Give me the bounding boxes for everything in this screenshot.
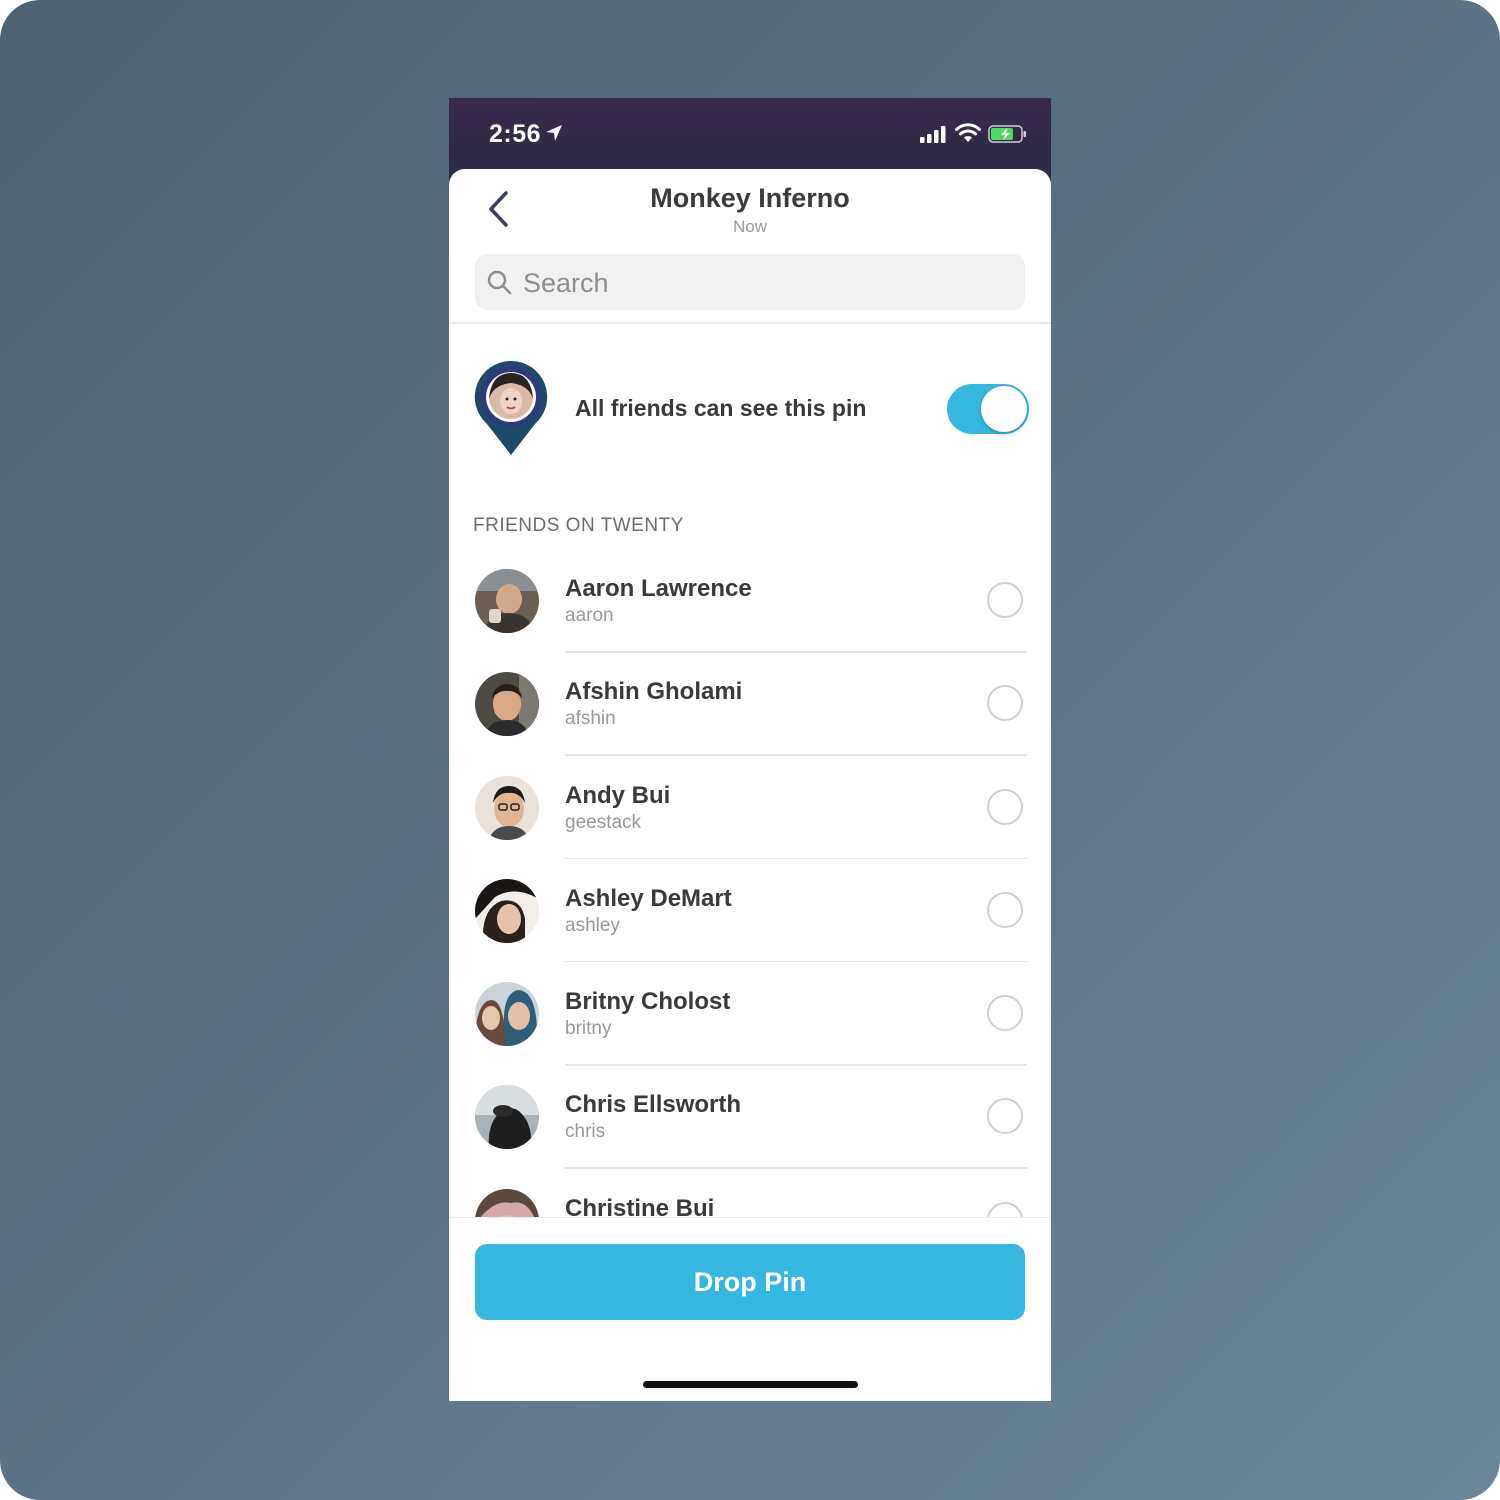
- status-time: 2:56: [489, 120, 542, 148]
- select-radio[interactable]: [987, 1201, 1023, 1217]
- avatar: [475, 1085, 539, 1150]
- friend-handle: britny: [565, 1018, 612, 1040]
- row-divider: [565, 960, 1027, 963]
- search-input[interactable]: [521, 254, 1005, 312]
- friend-name: Chris Ellsworth: [565, 1091, 742, 1119]
- friend-row[interactable]: Afshin Gholami afshin: [449, 672, 1051, 775]
- friend-name: Christine Bui: [565, 1194, 715, 1217]
- friend-handle: geestack: [565, 811, 642, 833]
- signal-icon: [920, 126, 946, 143]
- search-bar[interactable]: [475, 254, 1025, 312]
- row-divider: [565, 1167, 1027, 1169]
- wifi-icon: [955, 123, 981, 142]
- visibility-toggle[interactable]: [947, 384, 1029, 434]
- header-divider: [449, 322, 1051, 324]
- phone-screen: 2:56 Monkey Inferno Now Search All frien…: [449, 98, 1051, 1401]
- row-divider: [565, 754, 1027, 756]
- toggle-knob: [981, 386, 1027, 432]
- friend-row[interactable]: Ashley DeMart ashley: [449, 878, 1051, 982]
- avatar: [475, 878, 539, 943]
- friend-row[interactable]: Chris Ellsworth chris: [449, 1085, 1051, 1188]
- drop-pin-button[interactable]: Drop Pin: [475, 1244, 1025, 1320]
- pin-sheet: Monkey Inferno Now All friends can see t…: [449, 169, 1051, 1401]
- friend-name: Andy Bui: [565, 781, 671, 809]
- section-header: FRIENDS ON TWENTY: [473, 515, 684, 536]
- avatar: [475, 672, 539, 737]
- friends-list: Aaron Lawrence aaron Afshin Gholami afsh…: [449, 569, 1051, 1217]
- place-time: Now: [732, 217, 767, 236]
- select-radio[interactable]: [987, 788, 1023, 825]
- bottom-action-bar: Drop Pin: [449, 1217, 1051, 1401]
- row-divider: [565, 857, 1027, 860]
- select-radio[interactable]: [987, 1098, 1023, 1135]
- friend-name: Aaron Lawrence: [565, 575, 752, 602]
- avatar: [475, 569, 539, 633]
- location-arrow-icon: [546, 125, 562, 141]
- friend-row[interactable]: Christine Bui: [449, 1188, 1051, 1217]
- avatar: [475, 982, 539, 1047]
- search-icon: [487, 270, 512, 295]
- row-divider: [565, 651, 1027, 653]
- friend-name: Afshin Gholami: [565, 678, 743, 706]
- place-title: Monkey Inferno: [650, 183, 850, 213]
- select-radio[interactable]: [987, 685, 1023, 722]
- home-indicator: [643, 1381, 858, 1388]
- visibility-label: All friends can see this pin: [575, 395, 867, 421]
- friend-row[interactable]: Andy Bui geestack: [449, 775, 1051, 879]
- friend-name: Britny Cholost: [565, 988, 731, 1016]
- row-divider: [565, 1064, 1027, 1066]
- friend-handle: aaron: [565, 605, 614, 626]
- select-radio[interactable]: [987, 995, 1023, 1032]
- friend-handle: chris: [565, 1121, 606, 1143]
- friend-name: Ashley DeMart: [565, 884, 732, 912]
- avatar: [475, 1188, 539, 1217]
- avatar: [475, 775, 539, 840]
- battery-icon: [988, 125, 1026, 143]
- friend-handle: afshin: [565, 708, 616, 730]
- select-radio[interactable]: [987, 891, 1023, 928]
- friend-handle: ashley: [565, 914, 620, 936]
- friend-row[interactable]: Britny Cholost britny: [449, 982, 1051, 1085]
- map-pin-icon: [474, 360, 548, 455]
- select-radio[interactable]: [987, 582, 1023, 618]
- friend-row[interactable]: Aaron Lawrence aaron: [449, 569, 1051, 672]
